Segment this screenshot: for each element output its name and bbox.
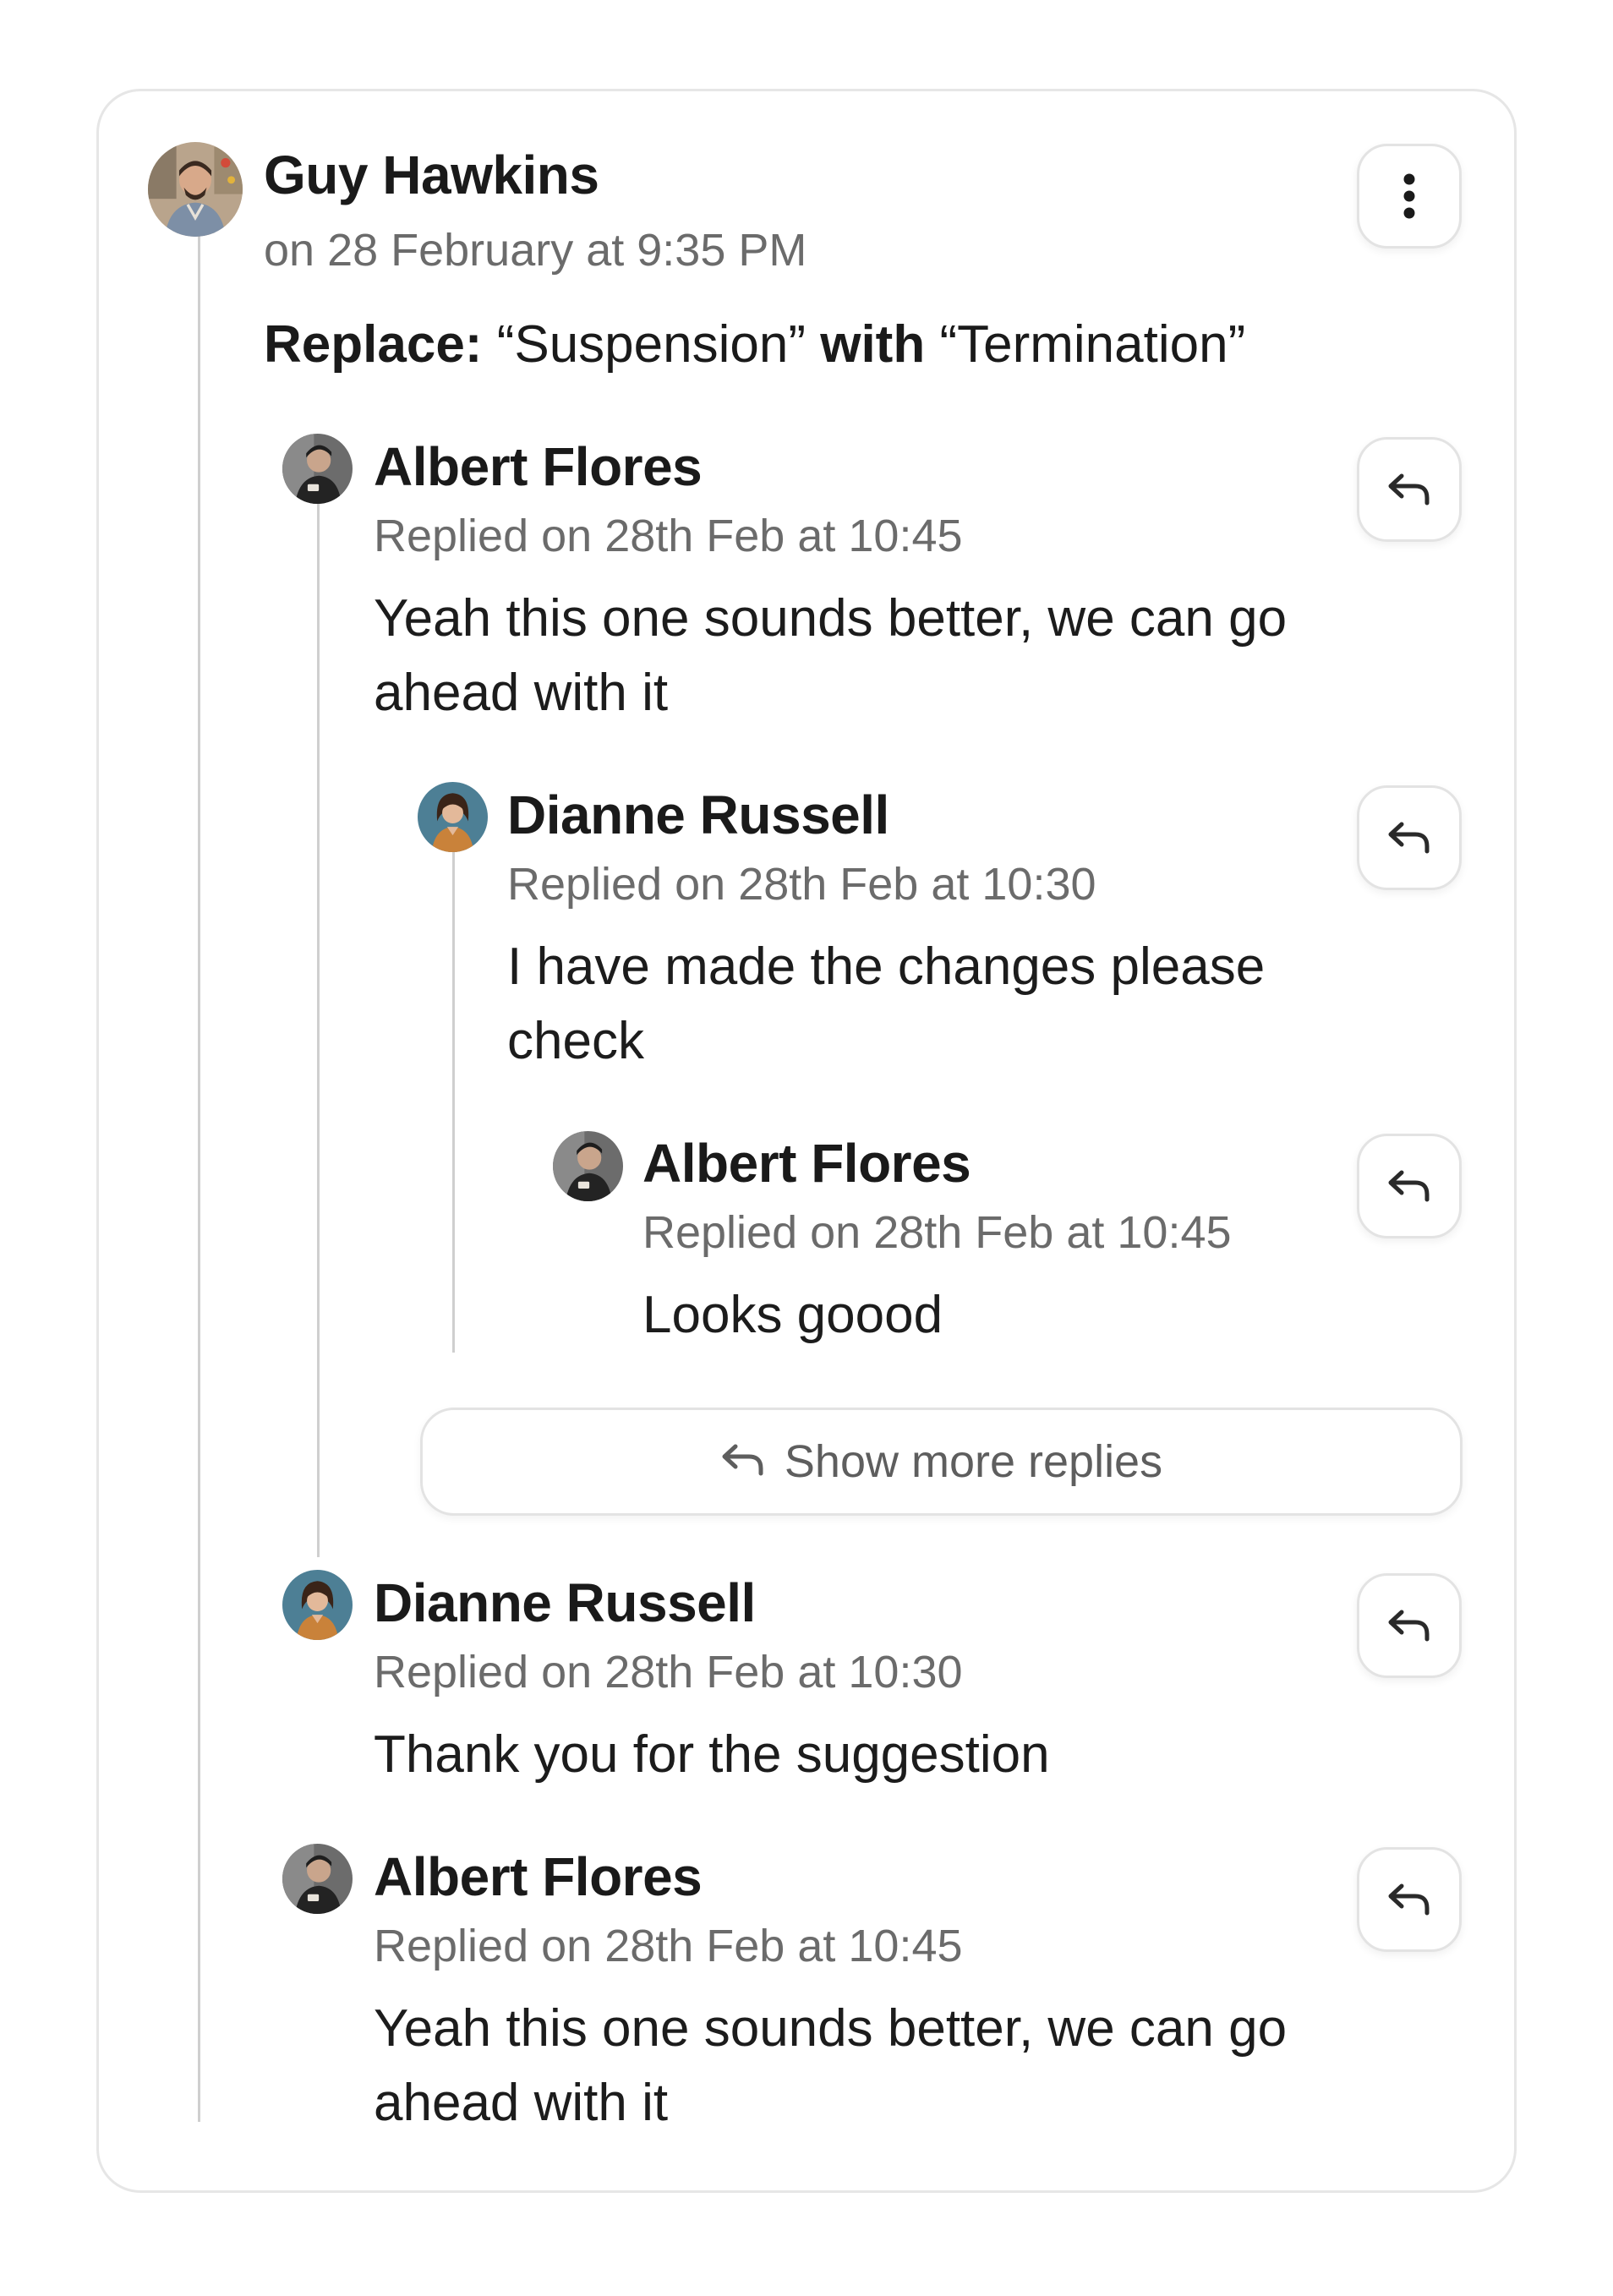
avatar-albert-flores [282,434,353,504]
reply-button[interactable] [1357,785,1462,890]
reply-arrow-icon [1386,473,1432,506]
reply-button[interactable] [1357,1573,1462,1678]
reply-timestamp: Replied on 28th Feb at 10:30 [374,1647,963,1697]
thread-line-reply-1-1 [452,850,455,1353]
comment-author-name: Guy Hawkins [264,145,599,205]
avatar-guy-hawkins [148,142,243,237]
suggestion-text: Replace: “Suspension” with “Termination” [264,314,1245,374]
thread-line-reply-1 [317,500,320,1557]
reply-arrow-icon [1386,1169,1432,1203]
reply-button[interactable] [1357,437,1462,542]
reply-text: Yeah this one sounds better, we can go a… [374,589,1288,722]
reply-author-name: Albert Flores [374,1846,703,1907]
comment-timestamp: on 28 February at 9:35 PM [264,225,807,276]
more-options-button[interactable] [1357,144,1462,249]
suggestion-to: “Termination” [939,315,1246,374]
suggestion-action-label: Replace: [264,315,483,374]
reply-text: Yeah this one sounds better, we can go a… [374,1999,1288,2132]
reply-author-name: Albert Flores [374,436,703,497]
reply-timestamp: Replied on 28th Feb at 10:45 [374,511,963,561]
reply-timestamp: Replied on 28th Feb at 10:45 [642,1207,1232,1258]
reply-author-name: Albert Flores [642,1133,971,1194]
reply-arrow-icon [1386,1883,1432,1916]
suggestion-from: “Suspension” [496,315,806,374]
reply-button[interactable] [1357,1134,1462,1238]
reply-timestamp: Replied on 28th Feb at 10:45 [374,1921,963,1971]
reply-arrow-icon [1386,821,1432,855]
reply-timestamp: Replied on 28th Feb at 10:30 [507,859,1096,910]
more-vertical-icon [1401,172,1418,220]
reply-author-name: Dianne Russell [507,784,889,845]
show-more-replies-button[interactable]: Show more replies [420,1408,1463,1516]
reply-author-name: Dianne Russell [374,1572,756,1633]
reply-text: I have made the changes please check [507,938,1266,1070]
reply-text: Thank you for the suggestion [374,1725,1050,1784]
reply-arrow-icon [1386,1609,1432,1643]
avatar-albert-flores [282,1844,353,1914]
avatar-dianne-russell [282,1570,353,1640]
suggestion-connector: with [820,315,926,374]
show-more-replies-label: Show more replies [784,1436,1163,1487]
reply-arrow-icon [720,1435,766,1488]
reply-text: Looks goood [642,1286,943,1344]
reply-button[interactable] [1357,1847,1462,1952]
avatar-albert-flores [553,1131,623,1201]
thread-line-main [198,228,200,2122]
avatar-dianne-russell [418,782,488,852]
